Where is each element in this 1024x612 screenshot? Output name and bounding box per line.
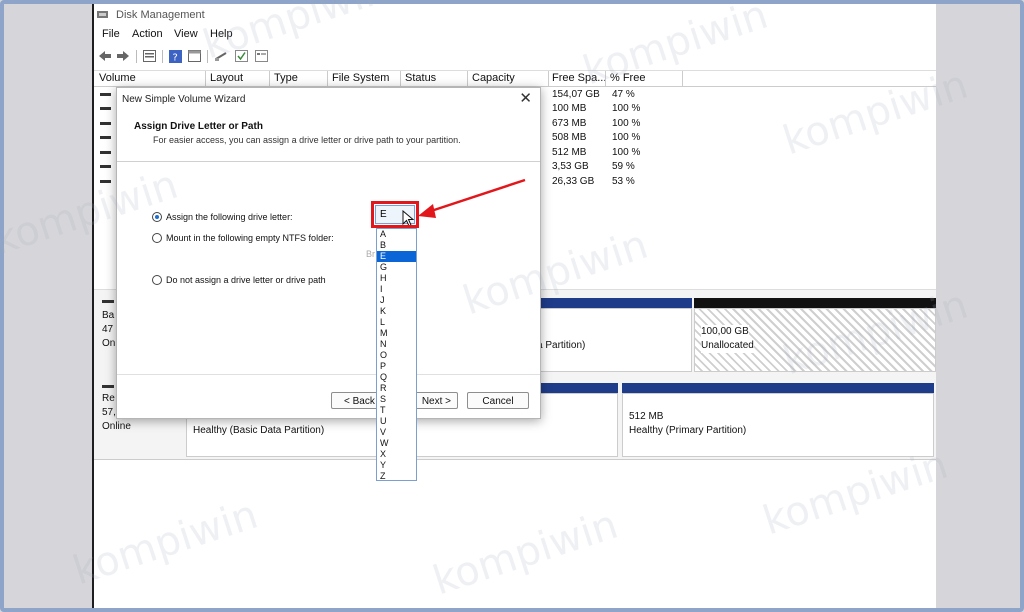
wizard-subheading: For easier access, you can assign a driv… bbox=[153, 135, 461, 145]
wizard-heading: Assign Drive Letter or Path bbox=[134, 121, 263, 132]
drive-letter-option[interactable]: L bbox=[377, 317, 416, 328]
annotation-arrow-icon bbox=[418, 178, 526, 218]
col-type[interactable]: Type bbox=[274, 72, 298, 84]
new-simple-volume-wizard: New Simple Volume Wizard ✕ Assign Drive … bbox=[116, 87, 541, 419]
no-letter-label: Do not assign a drive letter or drive pa… bbox=[166, 275, 326, 285]
svg-text:?: ? bbox=[172, 52, 177, 63]
menu-view[interactable]: View bbox=[174, 28, 198, 40]
drive-letter-option[interactable]: I bbox=[377, 284, 416, 295]
volume-list-header: Volume Layout Type File System Status Ca… bbox=[94, 70, 936, 87]
drive-letter-option[interactable]: G bbox=[377, 262, 416, 273]
col-capacity[interactable]: Capacity bbox=[472, 72, 515, 84]
col-file-system[interactable]: File System bbox=[332, 72, 389, 84]
col-volume[interactable]: Volume bbox=[99, 72, 136, 84]
drive-letter-option[interactable]: B bbox=[377, 240, 416, 251]
close-icon[interactable]: ✕ bbox=[519, 89, 532, 107]
drive-letter-option[interactable]: H bbox=[377, 273, 416, 284]
mount-folder-label: Mount in the following empty NTFS folder… bbox=[166, 233, 334, 243]
mount-folder-radio[interactable] bbox=[152, 233, 162, 243]
window-title: Disk Management bbox=[116, 9, 205, 21]
drive-letter-option[interactable]: A bbox=[377, 229, 416, 240]
drive-letter-option[interactable]: N bbox=[377, 339, 416, 350]
menu-file[interactable]: File bbox=[102, 28, 120, 40]
drive-letter-option[interactable]: O bbox=[377, 350, 416, 361]
browse-button[interactable]: Br bbox=[366, 249, 375, 259]
drive-letter-option[interactable]: J bbox=[377, 295, 416, 306]
disk1-partition2-bar bbox=[622, 383, 934, 393]
drive-letter-option[interactable]: T bbox=[377, 405, 416, 416]
volume-icon bbox=[100, 93, 111, 96]
drive-letter-option[interactable]: U bbox=[377, 416, 416, 427]
drive-letter-option[interactable]: Q bbox=[377, 372, 416, 383]
drive-letter-option[interactable]: E bbox=[377, 251, 416, 262]
volume-icon bbox=[100, 151, 111, 154]
drive-letter-option[interactable]: X bbox=[377, 449, 416, 460]
forward-arrow-icon[interactable] bbox=[116, 49, 130, 63]
drive-letter-option[interactable]: V bbox=[377, 427, 416, 438]
col-layout[interactable]: Layout bbox=[210, 72, 243, 84]
drive-letter-option[interactable]: M bbox=[377, 328, 416, 339]
back-arrow-icon[interactable] bbox=[98, 49, 112, 63]
col-status[interactable]: Status bbox=[405, 72, 436, 84]
disk-management-icon bbox=[97, 11, 108, 18]
drive-letter-option[interactable]: K bbox=[377, 306, 416, 317]
no-letter-radio[interactable] bbox=[152, 275, 162, 285]
drive-letter-option[interactable]: Y bbox=[377, 460, 416, 471]
drive-letter-option[interactable]: P bbox=[377, 361, 416, 372]
volume-icon bbox=[100, 136, 111, 139]
drive-letter-option[interactable]: Z bbox=[377, 471, 416, 482]
drive-letter-option[interactable]: W bbox=[377, 438, 416, 449]
properties-icon[interactable] bbox=[142, 49, 156, 63]
volume-icon bbox=[100, 122, 111, 125]
disk0-partition[interactable]: a Partition) bbox=[530, 308, 692, 372]
cancel-button[interactable]: Cancel bbox=[467, 392, 529, 409]
volume-icon bbox=[100, 107, 111, 110]
drive-letter-option[interactable]: R bbox=[377, 383, 416, 394]
disk1-partition2[interactable]: 512 MB Healthy (Primary Partition) bbox=[622, 393, 934, 457]
menu-action[interactable]: Action bbox=[132, 28, 163, 40]
wizard-title: New Simple Volume Wizard bbox=[122, 94, 246, 105]
help-icon[interactable]: ? bbox=[168, 49, 182, 63]
show-pane-icon[interactable] bbox=[187, 49, 201, 63]
drive-letter-dropdown: ABEGHIJKLMNOPQRSTUVWXYZ bbox=[376, 228, 417, 481]
disk0-label[interactable]: Ba 47 On bbox=[102, 300, 115, 351]
disk0-partition-bar bbox=[530, 298, 692, 308]
volume-icon bbox=[100, 165, 111, 168]
assign-letter-label: Assign the following drive letter: bbox=[166, 212, 293, 222]
drive-letter-option[interactable]: S bbox=[377, 394, 416, 405]
